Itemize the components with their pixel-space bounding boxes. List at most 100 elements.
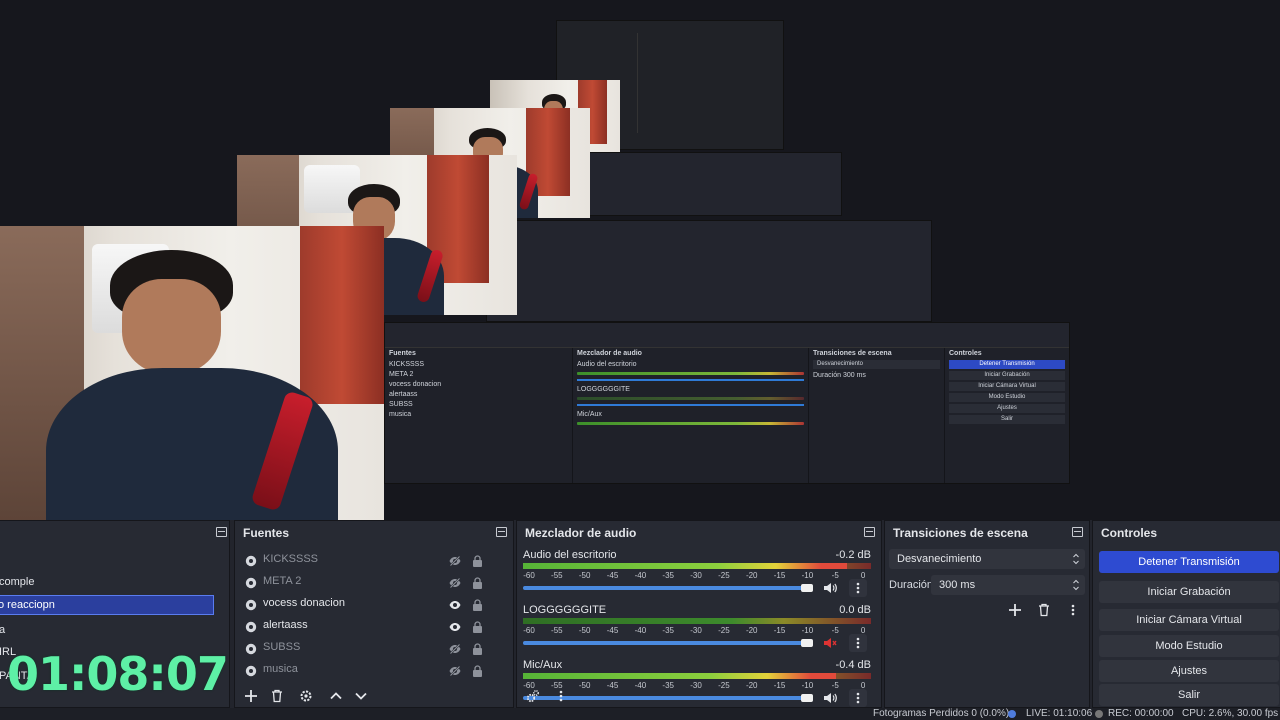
source-type-icon — [245, 575, 257, 589]
source-item[interactable]: KICKSSSS — [241, 548, 503, 570]
meter-tick-label: -10 — [801, 571, 814, 580]
source-label: SUBSS — [263, 641, 301, 653]
lock-icon[interactable] — [472, 619, 483, 633]
speaker-icon[interactable] — [823, 691, 837, 705]
source-type-icon — [245, 553, 257, 567]
source-label: vocess donacion — [263, 597, 345, 609]
source-item[interactable]: SUBSS — [241, 636, 503, 658]
meter-tick-label: -5 — [831, 626, 839, 635]
eye-off-icon[interactable] — [449, 641, 461, 655]
meter-tick-label: -40 — [634, 626, 647, 635]
control-button[interactable]: Ajustes — [1099, 660, 1279, 682]
lock-icon[interactable] — [472, 553, 483, 567]
control-button[interactable]: Salir — [1099, 684, 1279, 706]
meter-tick-label: -10 — [801, 626, 814, 635]
source-type-icon — [245, 641, 257, 655]
volume-meter — [523, 618, 871, 624]
channel-menu-icon[interactable] — [849, 689, 867, 707]
scene-item-selected[interactable]: o reacciopn — [0, 595, 214, 615]
meter-tick-label: -15 — [773, 571, 786, 580]
remove-source-button[interactable] — [265, 685, 289, 707]
gear-icon[interactable] — [294, 685, 318, 707]
move-up-icon[interactable] — [324, 685, 348, 707]
channel-menu-icon[interactable] — [849, 634, 867, 652]
source-label: KICKSSSS — [263, 553, 319, 565]
lock-icon[interactable] — [472, 575, 483, 589]
meter-tick-label: -30 — [690, 571, 702, 580]
rec-time: REC: 00:00:00 — [1108, 708, 1174, 719]
volume-slider[interactable] — [523, 586, 813, 590]
transition-menu-icon[interactable] — [1061, 599, 1085, 621]
scene-label: o reacciopn — [0, 599, 55, 611]
duration-value: 300 ms — [939, 579, 976, 591]
add-source-button[interactable] — [239, 685, 263, 707]
meter-tick-label: -50 — [578, 681, 591, 690]
source-item[interactable]: musica — [241, 658, 503, 680]
transitions-dock: Transiciones de escena Desvanecimiento D… — [884, 520, 1090, 708]
scene-item[interactable]: a — [0, 619, 221, 641]
control-button[interactable]: Iniciar Cámara Virtual — [1099, 609, 1279, 631]
source-type-icon — [245, 619, 257, 633]
transition-select[interactable]: Desvanecimiento — [889, 549, 1085, 569]
lock-icon[interactable] — [472, 641, 483, 655]
eye-off-icon[interactable] — [449, 553, 461, 567]
channel-db: -0.2 dB — [835, 549, 871, 561]
controls-dock: Controles Detener Transmisión Iniciar Gra… — [1092, 520, 1280, 708]
volume-slider[interactable] — [523, 641, 813, 645]
meter-scale: -60 -55 -50 -45 -40 -35 -30 -25 -20 -15 -10 -5 0 — [523, 681, 871, 693]
volume-meter — [523, 563, 871, 569]
meter-tick-label: -50 — [578, 571, 591, 580]
rec-indicator-icon — [1095, 710, 1103, 718]
nested-capture-2 — [486, 220, 932, 322]
lock-icon[interactable] — [472, 663, 483, 677]
control-button[interactable]: Iniciar Grabación — [1099, 581, 1279, 603]
move-down-icon[interactable] — [349, 685, 373, 707]
source-item[interactable]: vocess donacion — [241, 592, 503, 614]
meter-tick-label: -5 — [831, 681, 839, 690]
channel-name: Mic/Aux — [523, 659, 563, 671]
duration-input[interactable]: 300 ms — [931, 575, 1085, 595]
meter-tick-label: -20 — [745, 681, 758, 690]
source-item[interactable]: alertaass — [241, 614, 503, 636]
eye-off-icon[interactable] — [449, 575, 461, 589]
channel-name: Audio del escritorio — [523, 549, 617, 561]
meter-tick-label: -15 — [773, 681, 786, 690]
control-button[interactable]: Detener Transmisión — [1099, 551, 1279, 573]
scene-item[interactable]: comple — [0, 571, 221, 593]
meter-tick-label: -60 — [523, 571, 535, 580]
volume-slider-handle[interactable] — [801, 639, 813, 647]
meter-tick-label: -35 — [662, 681, 674, 690]
meter-tick-label: -30 — [690, 626, 702, 635]
meter-scale: -60 -55 -50 -45 -40 -35 -30 -25 -20 -15 -10 -5 0 — [523, 626, 871, 638]
source-label: alertaass — [263, 619, 308, 631]
speaker-muted-icon[interactable] — [823, 636, 837, 650]
source-item[interactable]: META 2 — [241, 570, 503, 592]
eye-off-icon[interactable] — [449, 663, 461, 677]
undock-icon[interactable] — [1072, 527, 1083, 537]
source-type-icon — [245, 663, 257, 677]
undock-icon[interactable] — [496, 527, 507, 537]
dropped-frames: Fotogramas Perdidos 0 (0.0%) — [873, 708, 1010, 719]
spin-icon[interactable] — [1073, 578, 1079, 592]
volume-slider-handle[interactable] — [801, 584, 813, 592]
volume-slider-handle[interactable] — [801, 694, 813, 702]
mixer-menu-icon[interactable] — [549, 685, 573, 707]
source-type-icon — [245, 597, 257, 611]
undock-icon[interactable] — [864, 527, 875, 537]
duration-label: Duración — [889, 579, 934, 591]
eye-icon[interactable] — [449, 619, 461, 631]
control-button[interactable]: Modo Estudio — [1099, 635, 1279, 657]
speaker-icon[interactable] — [823, 581, 837, 595]
add-transition-button[interactable] — [1003, 599, 1027, 621]
remove-transition-button[interactable] — [1032, 599, 1056, 621]
transitions-title: Transiciones de escena — [893, 526, 1028, 540]
eye-icon[interactable] — [449, 597, 461, 609]
undock-icon[interactable] — [216, 527, 227, 537]
meter-tick-label: -45 — [606, 571, 619, 580]
scene-label: comple — [0, 576, 35, 588]
channel-menu-icon[interactable] — [849, 579, 867, 597]
mixer-settings-icon[interactable] — [521, 685, 545, 707]
scene-label: a — [0, 624, 6, 636]
meter-tick-label: -25 — [718, 626, 730, 635]
lock-icon[interactable] — [472, 597, 483, 611]
